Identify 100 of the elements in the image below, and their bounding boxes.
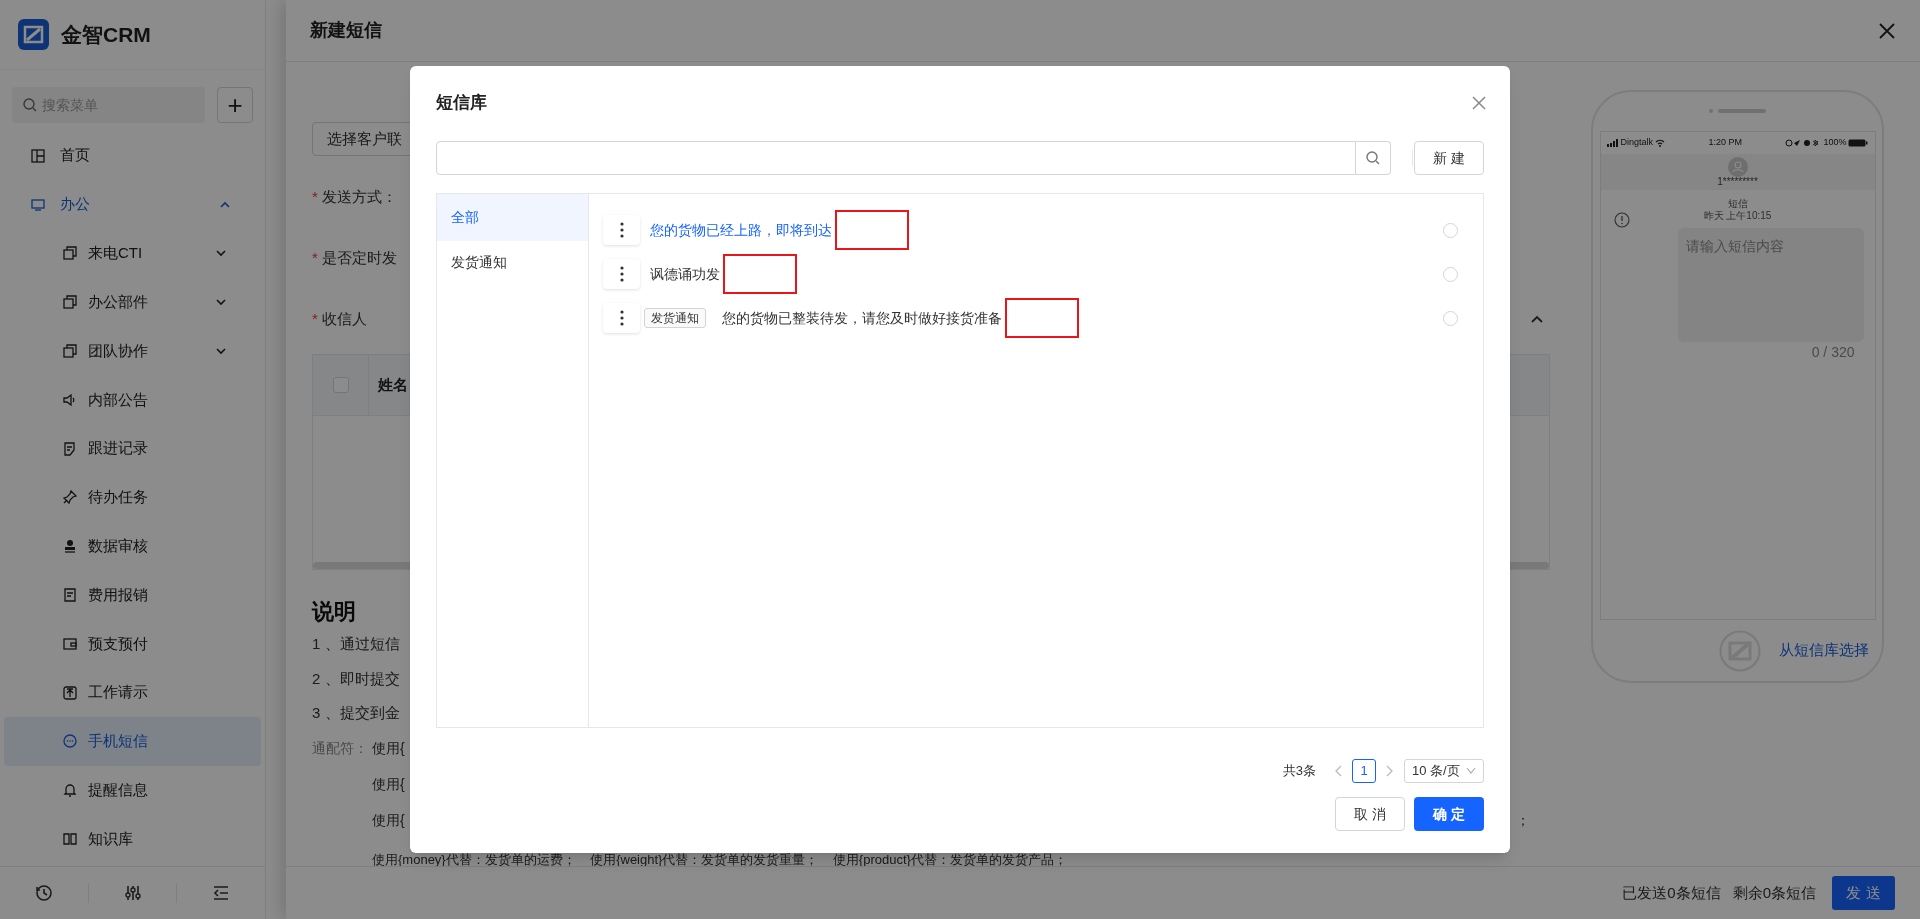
menu-item[interactable]: 手机短信 — [4, 716, 261, 766]
page-button[interactable]: 1 — [1352, 759, 1376, 783]
battery-level: 100% — [1823, 136, 1847, 150]
book-icon — [62, 830, 78, 847]
sent-count: 已发送0条短信 — [1622, 882, 1721, 903]
search-field[interactable] — [436, 141, 1356, 175]
menu-item[interactable]: 费用报销 — [4, 570, 261, 620]
receipt-icon — [62, 586, 78, 603]
menu-label: 费用报销 — [88, 584, 149, 605]
speaker-grille-icon — [1707, 108, 1768, 114]
menu-item[interactable]: 首页 — [0, 131, 265, 180]
add-button[interactable]: + — [217, 87, 253, 123]
message-text[interactable]: 您的货物已经上路，即将到达 — [650, 219, 832, 241]
menu-item[interactable]: 办公 — [0, 180, 265, 229]
chevron-left-icon[interactable] — [1334, 765, 1344, 777]
battery-icon — [1848, 139, 1869, 147]
field-label: 发送方式： — [321, 187, 397, 208]
required-mark: * — [312, 187, 318, 208]
chevron-down-icon — [1466, 767, 1476, 775]
menu-label: 待办任务 — [88, 487, 149, 508]
confirm-button[interactable]: 确 定 — [1414, 797, 1484, 831]
thread-time: 昨天 上午10:15 — [1703, 210, 1772, 222]
note-text: 使用{ — [372, 775, 405, 795]
menu-item[interactable]: 工作请示 — [4, 668, 261, 717]
note-text: 使用{ — [372, 739, 405, 759]
drawer-title: 新建短信 — [310, 19, 382, 42]
message-text[interactable]: 讽德诵功发 — [650, 263, 720, 285]
menu-label: 跟进记录 — [88, 438, 149, 459]
copy-icon — [62, 343, 78, 359]
menu-item[interactable]: 办公部件 — [4, 277, 261, 327]
column-header: 姓名 — [377, 374, 408, 395]
message-text[interactable]: 您的货物已整装待发，请您及时做好接货准备 — [722, 307, 1002, 329]
wildcard-label: 通配符： — [312, 739, 369, 759]
menu-item[interactable]: 跟进记录 — [4, 424, 261, 473]
remaining-count: 剩余0条短信 — [1732, 882, 1816, 903]
category-item[interactable]: 发货通知 — [437, 241, 588, 283]
close-icon[interactable] — [1472, 96, 1486, 110]
menu-label: 工作请示 — [88, 682, 149, 703]
layout-icon — [30, 147, 46, 164]
chat-icon — [62, 733, 78, 750]
note-text: ； — [1516, 810, 1530, 830]
field-label: 收信人 — [321, 308, 367, 329]
menu-item[interactable]: 内部公告 — [4, 375, 261, 425]
history-icon[interactable] — [33, 883, 54, 903]
pin-icon — [62, 489, 78, 506]
character-counter: 0 / 320 — [1811, 343, 1855, 362]
note-text: 2 、即时提交 — [312, 668, 401, 689]
bell-icon — [62, 782, 78, 799]
menu-item[interactable]: 知识库 — [4, 814, 261, 864]
menu-label: 来电CTI — [88, 243, 144, 264]
menu-label: 手机短信 — [88, 731, 149, 752]
copy-icon — [62, 294, 78, 311]
menu-label: 预支预付 — [88, 633, 149, 654]
field-label: 是否定时发 — [321, 248, 397, 269]
menu-label: 提醒信息 — [88, 779, 149, 800]
note-icon — [62, 440, 78, 457]
sliders-icon[interactable] — [122, 883, 143, 903]
send-button[interactable]: 发 送 — [1832, 876, 1895, 910]
menu-label: 办公部件 — [88, 291, 149, 312]
thread-title: 短信 — [1726, 198, 1749, 210]
new-button[interactable]: 新 建 — [1414, 141, 1484, 175]
menu-item[interactable]: 数据审核 — [4, 521, 261, 571]
chevron-down-icon[interactable] — [215, 345, 227, 357]
note-text: 使用{money}代替：发货单的运费； 使用{weight}代替：发货单的发货重量； 使用{product}代替：发货单的发货产品； — [372, 853, 1067, 866]
required-mark: * — [312, 308, 318, 329]
library-link[interactable]: 从短信库选择 — [1779, 639, 1869, 662]
search-icon — [22, 97, 38, 113]
page-size-select[interactable]: 10 条/页 — [1404, 759, 1484, 783]
warning-icon — [1613, 212, 1630, 228]
menu-label: 内部公告 — [88, 389, 149, 410]
checkbox[interactable] — [332, 377, 349, 394]
category-item[interactable]: 全部 — [437, 194, 588, 241]
avatar-icon — [1727, 157, 1748, 177]
contact-number: 1********* — [1717, 177, 1758, 187]
wifi-icon — [1655, 139, 1665, 147]
modal-title: 短信库 — [436, 92, 487, 115]
signal-icon — [1606, 139, 1619, 147]
menu-item[interactable]: 提醒信息 — [4, 765, 261, 815]
close-icon[interactable] — [1878, 21, 1896, 40]
menu-item[interactable]: 预支预付 — [4, 619, 261, 669]
status-time: 1:20 PM — [1708, 136, 1742, 150]
notes-heading: 说明 — [312, 598, 357, 627]
search-button[interactable] — [1356, 141, 1391, 175]
menu-item[interactable]: 团队协作 — [4, 326, 261, 376]
app-name: 金智CRM — [61, 21, 151, 48]
more-icon — [619, 222, 624, 238]
note-text: 1 、通过短信 — [312, 633, 401, 654]
menu-item[interactable]: 待办任务 — [4, 473, 261, 522]
menu-label: 办公 — [60, 194, 91, 215]
copy-icon — [62, 245, 78, 262]
menu-item[interactable]: 来电CTI — [4, 229, 261, 278]
logo-icon — [18, 19, 49, 50]
carrier-name: Dingtalk — [1620, 136, 1653, 150]
menu-label: 知识库 — [88, 828, 134, 849]
chevron-right-icon[interactable] — [1384, 765, 1394, 777]
upload-icon — [62, 684, 78, 701]
stamp-icon — [62, 538, 78, 555]
menu-label: 首页 — [60, 145, 91, 166]
cancel-button[interactable]: 取 消 — [1335, 797, 1405, 831]
wallet-icon — [62, 635, 78, 652]
